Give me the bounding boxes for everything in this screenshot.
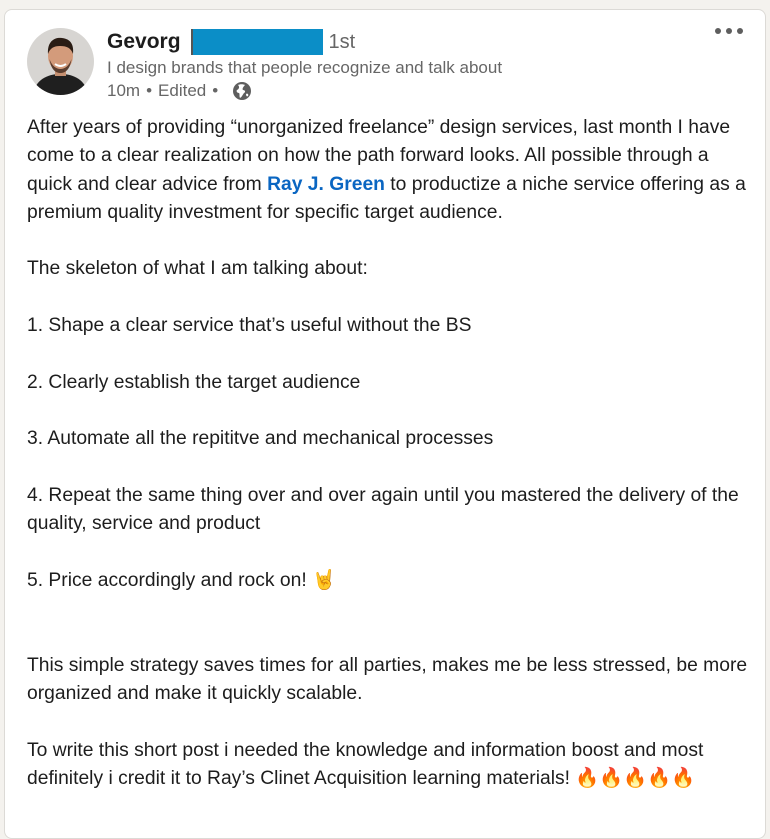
post-meta: 10m • Edited • <box>107 80 252 102</box>
more-dot <box>715 28 721 34</box>
mention-link[interactable]: Ray J. Green <box>267 174 385 195</box>
meta-separator: • <box>212 81 219 100</box>
post-body: After years of providing “unorganized fr… <box>27 114 752 793</box>
globe-icon <box>233 82 252 100</box>
author-name[interactable]: Gevorg <box>107 30 181 54</box>
post-paragraph-1: After years of providing “unorganized fr… <box>27 114 752 227</box>
author-name-row: Gevorg 1st <box>107 28 355 56</box>
connection-degree: 1st <box>328 30 356 53</box>
redacted-surname <box>190 29 323 55</box>
list-item: 5. Price accordingly and rock on! 🤘 <box>27 569 337 591</box>
more-dot <box>726 28 732 34</box>
avatar-photo <box>27 28 94 95</box>
author-avatar[interactable] <box>27 28 94 95</box>
more-options-icon[interactable] <box>715 28 743 34</box>
meta-separator: • <box>146 81 153 100</box>
edited-label: Edited <box>158 81 207 100</box>
list-item: 2. Clearly establish the target audience <box>27 371 361 393</box>
post-paragraph-4: To write this short post i needed the kn… <box>27 739 704 789</box>
post-card: Gevorg 1st I design brands that people r… <box>4 9 766 839</box>
post-paragraph-2: The skeleton of what I am talking about: <box>27 258 368 280</box>
list-item: 4. Repeat the same thing over and over a… <box>27 484 739 535</box>
more-dot <box>737 28 743 34</box>
list-item: 1. Shape a clear service that’s useful w… <box>27 315 472 337</box>
list-item: 3. Automate all the repititve and mechan… <box>27 428 494 450</box>
post-paragraph-3: This simple strategy saves times for all… <box>27 654 748 704</box>
post-time: 10m <box>107 81 141 100</box>
author-headline: I design brands that people recognize an… <box>107 58 503 77</box>
